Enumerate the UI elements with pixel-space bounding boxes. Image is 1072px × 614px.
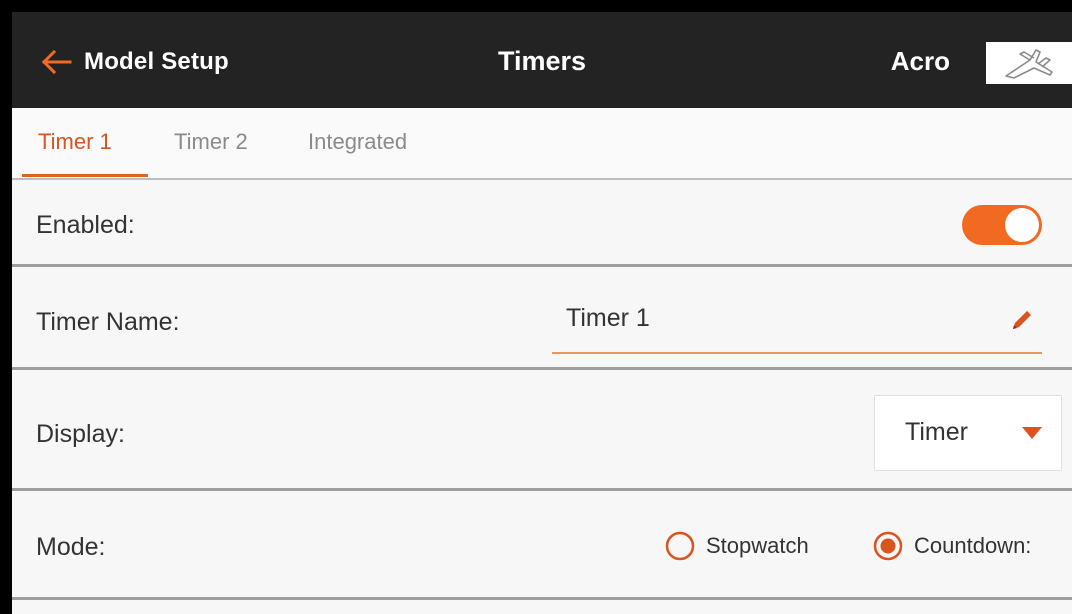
- back-button[interactable]: Model Setup: [42, 42, 229, 82]
- top-bar: Model Setup Timers Acro: [12, 12, 1072, 108]
- timer-name-field[interactable]: Timer 1: [552, 294, 1042, 354]
- timer-name-value: Timer 1: [566, 304, 650, 332]
- enabled-row: [12, 180, 1072, 264]
- arrow-left-icon: [42, 50, 72, 74]
- radio-stopwatch[interactable]: Stopwatch: [664, 530, 809, 562]
- page-title: Timers: [497, 46, 587, 76]
- tab-bar: Timer 1 Timer 2 Integrated: [12, 108, 1072, 180]
- tab-timer-2[interactable]: Timer 2: [174, 108, 248, 176]
- enabled-label: Enabled:: [36, 211, 135, 239]
- back-label: Model Setup: [84, 48, 229, 75]
- next-row-partial: [12, 600, 1072, 614]
- mode-label: Mode:: [36, 533, 106, 561]
- active-tab-indicator: [22, 174, 148, 177]
- caret-down-icon: [1022, 427, 1042, 439]
- display-selected-value: Timer: [905, 418, 968, 446]
- display-dropdown[interactable]: Timer: [874, 395, 1062, 471]
- enabled-toggle[interactable]: [962, 205, 1042, 245]
- radio-countdown[interactable]: Countdown:: [872, 530, 1031, 562]
- tab-timer-1[interactable]: Timer 1: [38, 108, 112, 176]
- airplane-icon[interactable]: [986, 42, 1072, 84]
- countdown-label: Countdown:: [914, 533, 1032, 558]
- display-label: Display:: [36, 420, 125, 448]
- pencil-icon[interactable]: [1008, 306, 1036, 334]
- timers-screen: Model Setup Timers Acro Timer 1 Timer 2 …: [12, 12, 1072, 614]
- model-name: Acro: [890, 46, 950, 76]
- stopwatch-label: Stopwatch: [706, 533, 809, 558]
- tab-integrated[interactable]: Integrated: [308, 108, 407, 176]
- radio-unchecked-icon: [665, 531, 695, 561]
- toggle-knob: [1005, 208, 1039, 242]
- timer-name-label: Timer Name:: [36, 308, 180, 336]
- radio-checked-icon: [873, 531, 903, 561]
